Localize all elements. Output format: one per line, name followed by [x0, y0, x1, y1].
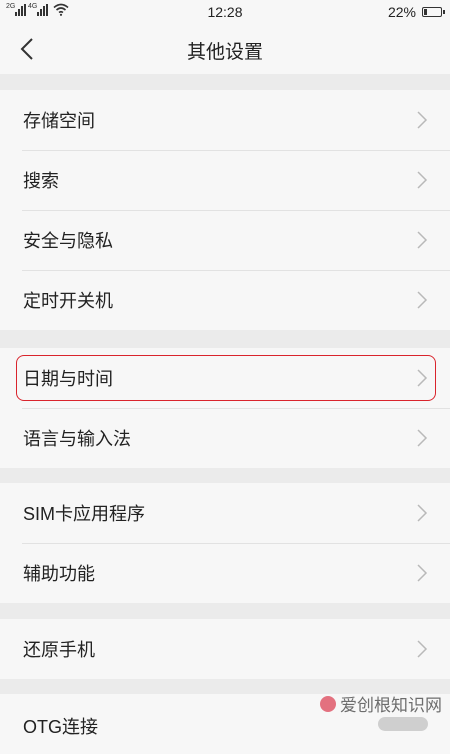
date-time-label: 日期与时间 — [23, 369, 113, 389]
sim-apps-label: SIM卡应用程序 — [23, 504, 146, 524]
otg-toggle[interactable] — [378, 717, 428, 731]
storage-label: 存储空间 — [23, 111, 95, 131]
security-privacy-label: 安全与隐私 — [23, 231, 113, 251]
settings-group-locale: 日期与时间 语言与输入法 — [0, 348, 450, 468]
security-privacy-row[interactable]: 安全与隐私 — [0, 210, 450, 270]
settings-group-reset: 还原手机 — [0, 619, 450, 679]
chevron-right-icon — [417, 429, 428, 447]
nav-bar: 其他设置 — [0, 24, 450, 74]
language-input-label: 语言与输入法 — [23, 429, 131, 449]
battery-icon — [422, 7, 445, 17]
chevron-right-icon — [417, 564, 428, 582]
search-label: 搜索 — [23, 171, 59, 191]
scheduled-power-row[interactable]: 定时开关机 — [0, 270, 450, 330]
date-time-row[interactable]: 日期与时间 — [0, 348, 450, 408]
accessibility-row[interactable]: 辅助功能 — [0, 543, 450, 603]
chevron-right-icon — [417, 111, 428, 129]
status-bar: 2G 4G 12:28 22% — [0, 0, 450, 24]
reset-phone-label: 还原手机 — [23, 640, 95, 660]
watermark-text: 爱创根知识网 — [340, 696, 442, 715]
chevron-right-icon — [417, 171, 428, 189]
watermark: 爱创根知识网 — [320, 691, 442, 716]
page-title: 其他设置 — [186, 42, 263, 63]
sim-apps-row[interactable]: SIM卡应用程序 — [0, 483, 450, 543]
scheduled-power-label: 定时开关机 — [23, 291, 113, 311]
chevron-right-icon — [417, 291, 428, 309]
accessibility-label: 辅助功能 — [23, 564, 95, 584]
settings-group-general: 存储空间 搜索 安全与隐私 定时开关机 — [0, 90, 450, 330]
battery-percent: 22% — [387, 4, 416, 20]
settings-group-apps: SIM卡应用程序 辅助功能 — [0, 483, 450, 603]
chevron-right-icon — [417, 504, 428, 522]
storage-row[interactable]: 存储空间 — [0, 90, 450, 150]
language-input-row[interactable]: 语言与输入法 — [0, 408, 450, 468]
chevron-right-icon — [417, 231, 428, 249]
chevron-right-icon — [417, 369, 428, 387]
reset-phone-row[interactable]: 还原手机 — [0, 619, 450, 679]
search-row[interactable]: 搜索 — [0, 150, 450, 210]
otg-label: OTG连接 — [23, 717, 98, 737]
clock: 12:28 — [207, 4, 243, 20]
chevron-right-icon — [417, 640, 428, 658]
watermark-logo-icon — [320, 695, 336, 712]
